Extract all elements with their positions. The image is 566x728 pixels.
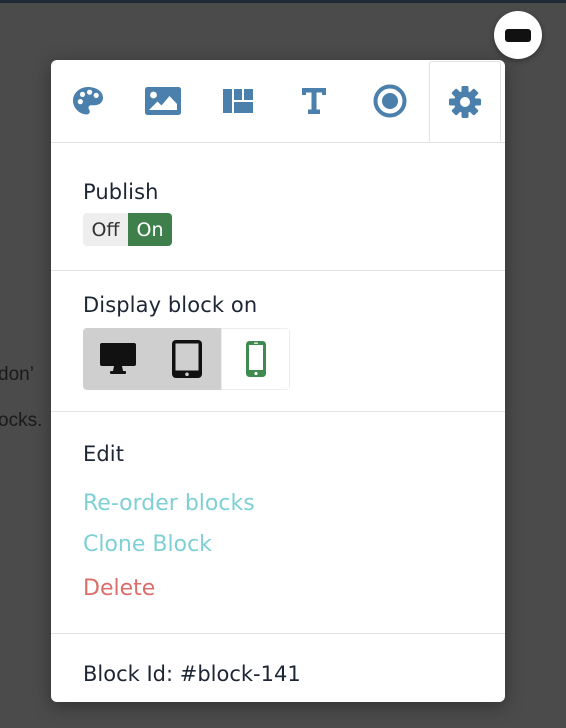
block-id-section: Block Id: #block-141 (51, 634, 505, 702)
background-text: don’ (0, 364, 34, 385)
background-text: ocks. (0, 410, 43, 431)
text-icon (301, 88, 326, 114)
block-id-label: Block Id: #block-141 (83, 662, 301, 686)
device-tablet-button[interactable] (152, 328, 221, 390)
publish-title: Publish (83, 180, 159, 204)
reorder-blocks-link[interactable]: Re-order blocks (83, 493, 505, 515)
tablet-icon (171, 340, 202, 378)
delete-link[interactable]: Delete (83, 578, 505, 600)
publish-on-option[interactable]: On (128, 213, 172, 246)
tab-circle[interactable] (351, 60, 428, 142)
tab-settings[interactable] (429, 61, 501, 142)
device-mobile-button[interactable] (221, 328, 290, 390)
gear-icon (449, 86, 481, 118)
tab-image[interactable] (125, 60, 200, 142)
minimize-button[interactable] (494, 11, 542, 59)
palette-icon (73, 87, 103, 115)
tab-palette[interactable] (51, 60, 125, 142)
image-icon (144, 87, 181, 115)
edit-title: Edit (83, 442, 125, 466)
publish-toggle[interactable]: Off On (83, 213, 172, 246)
tab-text[interactable] (276, 60, 351, 142)
desktop-icon (99, 343, 136, 374)
device-desktop-button[interactable] (83, 328, 152, 390)
block-settings-panel: Publish Off On Display block on Edit Re-… (51, 60, 505, 702)
circle-icon (373, 84, 406, 118)
edit-section: Edit Re-order blocks Clone Block Delete (51, 412, 505, 634)
layout-icon (223, 89, 253, 113)
mobile-icon (245, 341, 266, 377)
tab-layout[interactable] (200, 60, 276, 142)
minimize-icon (505, 28, 531, 42)
clone-block-link[interactable]: Clone Block (83, 534, 505, 556)
publish-off-option[interactable]: Off (83, 213, 128, 246)
display-section: Display block on (51, 271, 505, 412)
tab-bar (51, 60, 505, 143)
publish-section: Publish Off On (51, 143, 505, 271)
device-selector (83, 328, 290, 390)
top-strip (0, 0, 566, 3)
display-title: Display block on (83, 293, 258, 317)
